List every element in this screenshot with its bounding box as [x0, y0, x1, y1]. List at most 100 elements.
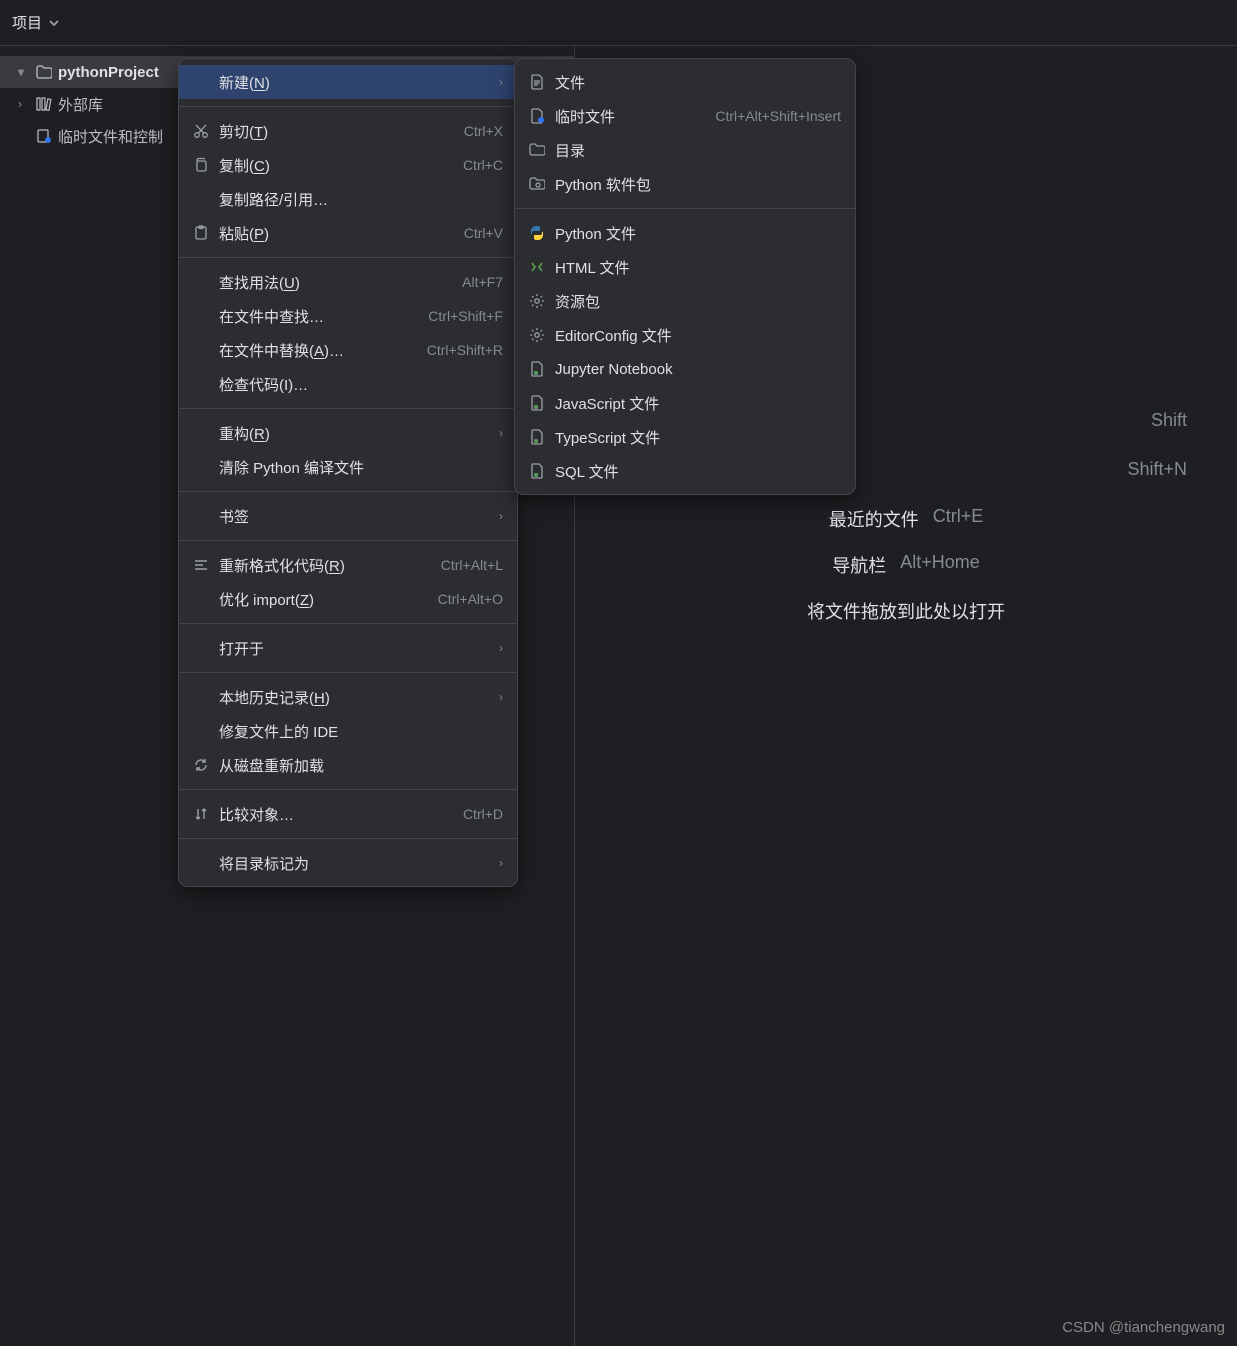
context-menu-item[interactable]: 本地历史记录(H) › [179, 680, 517, 714]
folder-icon [36, 65, 58, 79]
scratch-icon [36, 129, 58, 143]
menu-shortcut: Ctrl+V [464, 225, 503, 241]
submenu-item[interactable]: TypeScript 文件 [515, 420, 855, 454]
hint-tail: Shift [1151, 410, 1237, 431]
context-menu-item[interactable]: 优化 import(Z)Ctrl+Alt+O [179, 582, 517, 616]
context-menu-item[interactable]: 重新格式化代码(R)Ctrl+Alt+L [179, 548, 517, 582]
chevron-down-icon: ▾ [18, 65, 36, 79]
menu-item-label: 重构(R) [219, 423, 491, 444]
reload-icon [193, 757, 219, 773]
package-icon [529, 177, 555, 191]
submenu-item-label: 目录 [555, 140, 841, 161]
menu-item-label: 从磁盘重新加载 [219, 755, 503, 776]
new-submenu[interactable]: 文件临时文件Ctrl+Alt+Shift+Insert 目录 Python 软件包 P… [514, 58, 856, 495]
file-icon [529, 74, 555, 90]
menu-item-label: 书签 [219, 506, 491, 527]
menu-separator [179, 789, 517, 790]
menu-shortcut: Ctrl+Alt+L [441, 557, 503, 573]
html-icon [529, 259, 555, 275]
chevron-right-icon: › [499, 509, 503, 523]
watermark: CSDN @tianchengwang [1062, 1319, 1225, 1336]
context-menu-item[interactable]: 修复文件上的 IDE [179, 714, 517, 748]
submenu-item-label: Jupyter Notebook [555, 361, 841, 378]
submenu-item-label: 资源包 [555, 291, 841, 312]
context-menu-item[interactable]: 在文件中查找…Ctrl+Shift+F [179, 299, 517, 333]
context-menu-item[interactable]: 清除 Python 编译文件 [179, 450, 517, 484]
submenu-item[interactable]: 目录 [515, 133, 855, 167]
context-menu-item[interactable]: 重构(R) › [179, 416, 517, 450]
submenu-item[interactable]: HTML 文件 [515, 250, 855, 284]
menu-item-label: 清除 Python 编译文件 [219, 457, 503, 478]
menu-shortcut: Alt+F7 [462, 274, 503, 290]
menu-shortcut: Ctrl+X [464, 123, 503, 139]
reformat-icon [193, 557, 219, 573]
context-menu-item[interactable]: 书签 › [179, 499, 517, 533]
submenu-item[interactable]: 临时文件Ctrl+Alt+Shift+Insert [515, 99, 855, 133]
submenu-item-label: 文件 [555, 72, 841, 93]
hint-tail: Shift+N [1127, 459, 1237, 480]
menu-item-label: 查找用法(U) [219, 272, 462, 293]
menu-item-label: 比较对象… [219, 804, 463, 825]
sql-icon [529, 463, 555, 479]
menu-separator [179, 540, 517, 541]
submenu-item-label: Python 软件包 [555, 174, 841, 195]
menu-shortcut: Ctrl+Shift+R [427, 342, 503, 358]
menu-separator [179, 623, 517, 624]
menu-item-label: 新建(N) [219, 72, 491, 93]
context-menu-item[interactable]: 复制路径/引用… [179, 182, 517, 216]
header-title: 项目 [12, 12, 42, 33]
context-menu-item[interactable]: 复制(C)Ctrl+C [179, 148, 517, 182]
menu-item-label: 粘贴(P) [219, 223, 464, 244]
menu-shortcut: Ctrl+Alt+O [438, 591, 503, 607]
context-menu-item[interactable]: 剪切(T)Ctrl+X [179, 114, 517, 148]
menu-item-label: 本地历史记录(H) [219, 687, 491, 708]
python-icon [529, 225, 555, 241]
menu-shortcut: Ctrl+Shift+F [428, 308, 503, 324]
menu-item-label: 检查代码(I)… [219, 374, 503, 395]
hint-recent-files: 最近的文件 Ctrl+E [829, 506, 984, 532]
context-menu-item[interactable]: 新建(N) › [179, 65, 517, 99]
menu-separator [179, 672, 517, 673]
menu-separator [179, 106, 517, 107]
context-menu-item[interactable]: 查找用法(U)Alt+F7 [179, 265, 517, 299]
menu-item-label: 优化 import(Z) [219, 589, 438, 610]
submenu-item-label: JavaScript 文件 [555, 393, 841, 414]
gear-icon [529, 327, 555, 343]
submenu-item[interactable]: 文件 [515, 65, 855, 99]
project-toolwindow-header[interactable]: 项目 [0, 0, 1237, 46]
menu-item-label: 打开于 [219, 638, 491, 659]
menu-item-label: 复制(C) [219, 155, 463, 176]
submenu-item[interactable]: Python 软件包 [515, 167, 855, 201]
menu-item-label: 复制路径/引用… [219, 189, 503, 210]
compare-icon [193, 806, 219, 822]
ts-icon [529, 429, 555, 445]
submenu-item[interactable]: 资源包 [515, 284, 855, 318]
hint-drop-files: 将文件拖放到此处以打开 [807, 598, 1005, 624]
submenu-item-label: TypeScript 文件 [555, 427, 841, 448]
tree-label: pythonProject [58, 64, 159, 81]
submenu-item-label: HTML 文件 [555, 257, 841, 278]
submenu-item[interactable]: Python 文件 [515, 216, 855, 250]
menu-separator [179, 408, 517, 409]
menu-item-label: 修复文件上的 IDE [219, 721, 503, 742]
menu-separator [515, 208, 855, 209]
submenu-item[interactable]: Jupyter Notebook [515, 352, 855, 386]
chevron-right-icon: › [499, 75, 503, 89]
context-menu-item[interactable]: 检查代码(I)… [179, 367, 517, 401]
menu-separator [179, 491, 517, 492]
submenu-item[interactable]: SQL 文件 [515, 454, 855, 488]
submenu-item[interactable]: EditorConfig 文件 [515, 318, 855, 352]
chevron-right-icon: › [499, 690, 503, 704]
context-menu-item[interactable]: 将目录标记为› [179, 846, 517, 880]
chevron-right-icon: › [499, 426, 503, 440]
hint-nav-bar: 导航栏 Alt+Home [832, 552, 980, 578]
context-menu-item[interactable]: 在文件中替换(A)…Ctrl+Shift+R [179, 333, 517, 367]
submenu-item[interactable]: JavaScript 文件 [515, 386, 855, 420]
context-menu-item[interactable]: 打开于› [179, 631, 517, 665]
context-menu-item[interactable]: 粘贴(P)Ctrl+V [179, 216, 517, 250]
project-context-menu[interactable]: 新建(N) › 剪切(T)Ctrl+X复制(C)Ctrl+C 复制路径/引用… 粘贴(P… [178, 58, 518, 887]
submenu-item-label: EditorConfig 文件 [555, 325, 841, 346]
scratch-file-icon [529, 108, 555, 124]
context-menu-item[interactable]: 从磁盘重新加载 [179, 748, 517, 782]
context-menu-item[interactable]: 比较对象…Ctrl+D [179, 797, 517, 831]
